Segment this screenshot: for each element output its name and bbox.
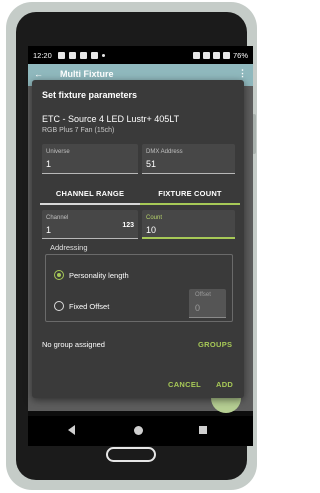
count-field[interactable]: Count 10 xyxy=(142,210,235,239)
signal-icon xyxy=(212,51,220,59)
universe-label: Universe xyxy=(46,149,70,155)
personality-length-radio[interactable] xyxy=(54,270,64,280)
status-time: 12:20 xyxy=(33,50,52,60)
channel-label: Channel xyxy=(46,215,69,221)
status-bar: 12:20 76% xyxy=(28,46,253,64)
fixed-offset-label[interactable]: Fixed Offset xyxy=(69,302,109,311)
group-status-text: No group assigned xyxy=(42,340,105,349)
app-bar-title: Multi Fixture xyxy=(60,69,114,79)
offset-value: 0 xyxy=(195,303,201,313)
system-icons: 76% xyxy=(192,50,248,60)
nav-recents-icon[interactable] xyxy=(199,426,207,434)
battery-icon xyxy=(222,51,230,59)
battery-percent: 76% xyxy=(232,50,248,60)
universe-value: 1 xyxy=(46,159,52,169)
notification-icon xyxy=(57,51,65,59)
back-arrow-icon[interactable]: ← xyxy=(34,69,43,79)
alarm-icon xyxy=(192,51,200,59)
dmx-address-field[interactable]: DMX Address 51 xyxy=(142,144,235,174)
notification-icons xyxy=(57,51,105,59)
personality-length-label[interactable]: Personality length xyxy=(69,271,129,280)
tab-channel-range-label: CHANNEL RANGE xyxy=(55,189,125,198)
nav-back-icon[interactable] xyxy=(68,425,75,435)
notification-icon xyxy=(68,51,76,59)
tab-fixture-count-label: FIXTURE COUNT xyxy=(158,189,222,198)
tab-indicator xyxy=(40,203,140,205)
addressing-label: Addressing xyxy=(50,243,88,252)
add-button[interactable]: ADD xyxy=(216,380,233,389)
channel-field[interactable]: Channel 1 123 xyxy=(42,210,138,239)
count-value: 10 xyxy=(146,225,157,235)
channel-value: 1 xyxy=(46,225,52,235)
set-fixture-dialog: Set fixture parameters ETC - Source 4 LE… xyxy=(32,80,244,398)
dmx-address-value: 51 xyxy=(146,159,157,169)
tab-indicator xyxy=(140,203,240,205)
fixture-name: ETC - Source 4 LED Lustr+ 405LT xyxy=(42,114,180,124)
notification-icon xyxy=(90,51,98,59)
universe-field[interactable]: Universe 1 xyxy=(42,144,138,174)
tab-fixture-count[interactable]: FIXTURE COUNT xyxy=(140,185,240,205)
nav-home-icon[interactable] xyxy=(134,426,143,435)
more-options-icon[interactable]: ⋮ xyxy=(238,68,247,79)
phone-speaker xyxy=(106,447,156,462)
count-label: Count xyxy=(146,215,163,221)
dmx-address-label: DMX Address xyxy=(146,149,183,155)
offset-label: Offset xyxy=(195,292,211,298)
numeric-keypad-icon[interactable]: 123 xyxy=(122,222,134,229)
more-notifications-icon xyxy=(101,53,105,57)
fixed-offset-radio[interactable] xyxy=(54,301,64,311)
navigation-bar xyxy=(28,416,253,446)
tab-channel-range[interactable]: CHANNEL RANGE xyxy=(40,185,140,205)
notification-icon xyxy=(79,51,87,59)
wifi-icon xyxy=(202,51,210,59)
fixture-mode: RGB Plus 7 Fan (15ch) xyxy=(42,127,115,134)
groups-button[interactable]: GROUPS xyxy=(198,340,232,349)
dialog-title: Set fixture parameters xyxy=(42,90,138,100)
cancel-button[interactable]: CANCEL xyxy=(168,380,201,389)
offset-field[interactable]: Offset 0 xyxy=(189,289,226,318)
